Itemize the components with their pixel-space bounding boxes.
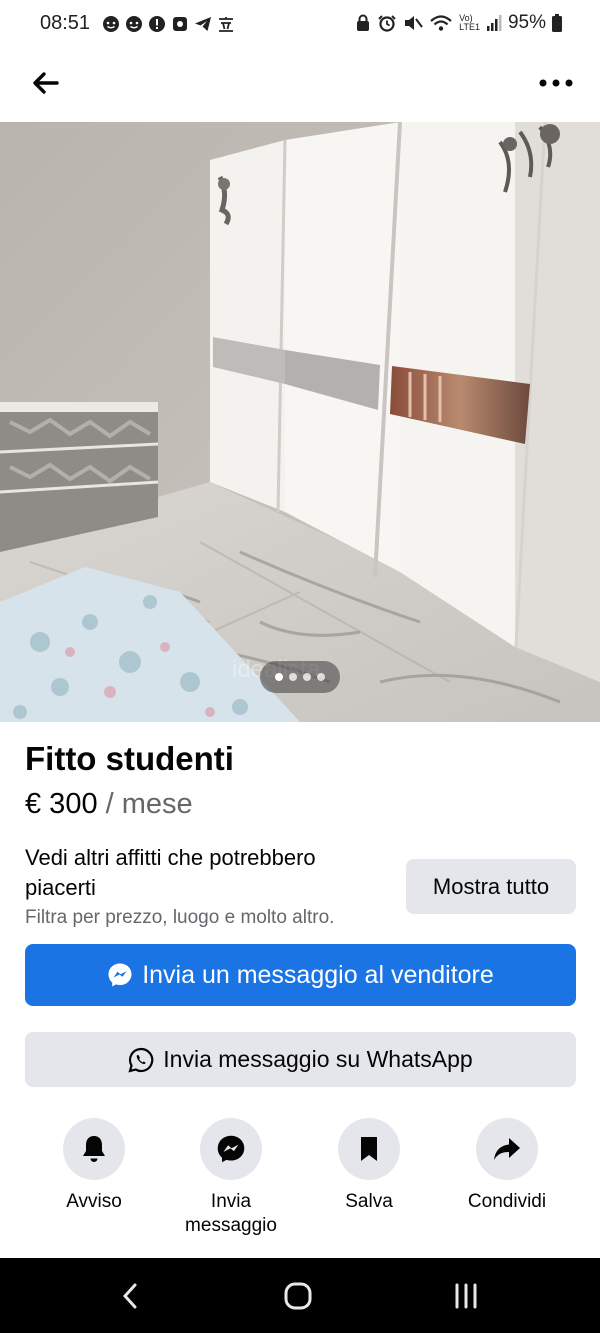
back-button[interactable] bbox=[28, 66, 62, 100]
carousel-dot[interactable] bbox=[289, 673, 297, 681]
price: € 300 / mese bbox=[25, 788, 193, 821]
alarm-icon bbox=[378, 15, 396, 32]
more-options-button[interactable] bbox=[536, 66, 576, 100]
whatsapp-label: Invia messaggio su WhatsApp bbox=[163, 1046, 473, 1072]
save-action[interactable]: Salva bbox=[299, 1118, 439, 1214]
system-indicators: Vo) LTE1 95% bbox=[355, 12, 562, 34]
wifi-icon bbox=[430, 15, 452, 31]
carousel-dot[interactable] bbox=[317, 673, 325, 681]
message-seller-label: Invia un messaggio al venditore bbox=[142, 960, 494, 989]
battery-percent: 95% bbox=[507, 12, 546, 33]
messenger-icon bbox=[108, 963, 132, 987]
more-horizontal-icon bbox=[539, 79, 573, 87]
send-message-button[interactable] bbox=[200, 1118, 262, 1180]
send-message-action[interactable]: Invia messaggio bbox=[161, 1118, 301, 1238]
show-all-button[interactable]: Mostra tutto bbox=[406, 859, 576, 914]
translate-icon bbox=[219, 17, 233, 32]
send-message-label: Invia messaggio bbox=[185, 1191, 277, 1236]
arrow-left-icon bbox=[33, 72, 59, 94]
share-label: Condividi bbox=[467, 1191, 547, 1212]
lock-icon bbox=[357, 14, 370, 31]
signal-icon bbox=[486, 15, 502, 31]
price-unit: / mese bbox=[97, 788, 193, 820]
battery-icon bbox=[552, 14, 562, 32]
suggestion-subtext: Filtra per prezzo, luogo e molto altro. bbox=[25, 907, 335, 928]
notification-icons bbox=[102, 15, 235, 33]
nav-back-button[interactable] bbox=[110, 1280, 150, 1312]
share-action[interactable]: Condividi bbox=[437, 1118, 577, 1214]
carousel-dots[interactable] bbox=[260, 661, 340, 693]
telegram-icon bbox=[195, 17, 211, 31]
share-button[interactable] bbox=[476, 1118, 538, 1180]
message-seller-button[interactable]: Invia un messaggio al venditore bbox=[25, 944, 576, 1006]
nav-recents-button[interactable] bbox=[446, 1280, 486, 1312]
status-time: 08:51 bbox=[40, 12, 91, 34]
network-badge: Vo) LTE1 bbox=[459, 13, 480, 32]
carousel-dot[interactable] bbox=[303, 673, 311, 681]
photo-icon bbox=[173, 17, 187, 31]
chevron-left-icon bbox=[122, 1283, 137, 1309]
alert-label: Avviso bbox=[66, 1191, 122, 1212]
bedroom-image: idealista bbox=[0, 122, 600, 722]
android-nav-bar bbox=[0, 1258, 600, 1333]
messenger-icon bbox=[217, 1135, 245, 1163]
recents-icon bbox=[455, 1283, 477, 1309]
whatsapp-icon bbox=[128, 1047, 154, 1073]
carousel-dot-active[interactable] bbox=[275, 673, 283, 681]
listing-title: Fitto studenti bbox=[25, 740, 234, 777]
status-bar: 08:51 Vo) LTE1 95% bbox=[0, 0, 600, 50]
share-icon bbox=[494, 1138, 520, 1160]
face-icon bbox=[126, 16, 142, 32]
save-button[interactable] bbox=[338, 1118, 400, 1180]
whatsapp-button[interactable]: Invia messaggio su WhatsApp bbox=[25, 1032, 576, 1087]
face-icon bbox=[103, 16, 119, 32]
alert-icon bbox=[149, 16, 165, 32]
bookmark-icon bbox=[361, 1137, 377, 1161]
alert-action[interactable]: Avviso bbox=[24, 1118, 164, 1214]
alert-button[interactable] bbox=[63, 1118, 125, 1180]
nav-home-button[interactable] bbox=[278, 1280, 318, 1312]
save-label: Salva bbox=[345, 1191, 393, 1212]
action-row: Avviso Invia messaggio Salva Condividi bbox=[0, 1118, 600, 1248]
home-icon bbox=[284, 1282, 312, 1310]
suggestion-text: Vedi altri affitti che potrebbero piacer… bbox=[25, 845, 316, 900]
price-value: € 300 bbox=[25, 788, 98, 820]
listing-photo[interactable]: idealista bbox=[0, 122, 600, 722]
mute-icon bbox=[405, 16, 423, 30]
top-nav bbox=[0, 50, 600, 122]
bell-icon bbox=[83, 1136, 105, 1162]
